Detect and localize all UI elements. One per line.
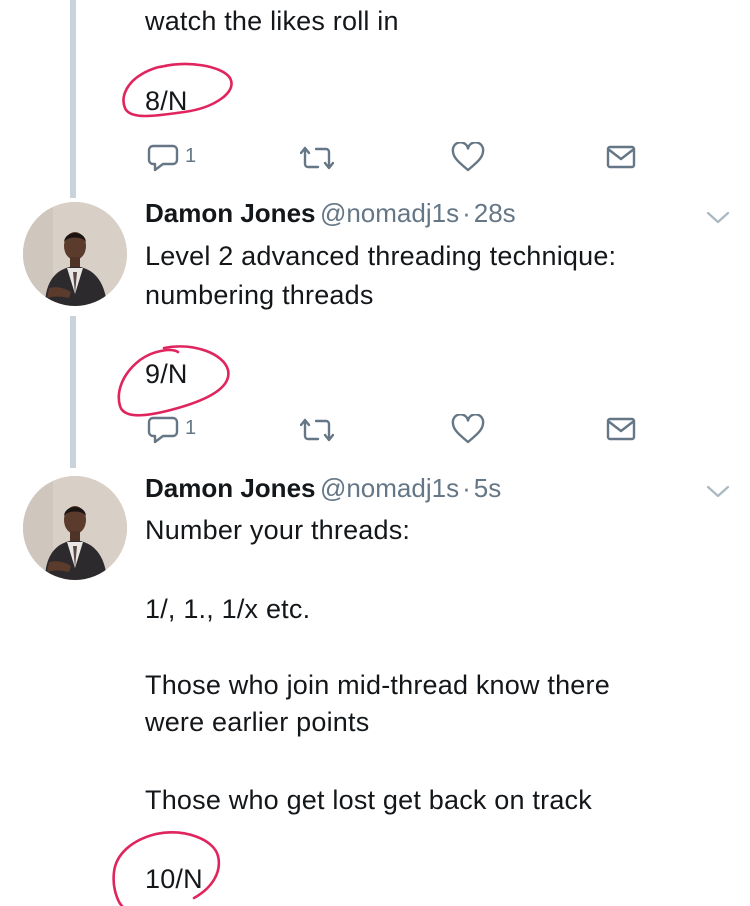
- author-handle[interactable]: @nomadj1s: [320, 473, 459, 503]
- like-icon: [451, 141, 485, 172]
- tweet-10-text-line-3: Those who join mid-thread know there: [145, 670, 610, 700]
- retweet-icon: [299, 418, 335, 442]
- tweet-10-header: Damon Jones @nomadj1s · 5s: [145, 473, 501, 504]
- reply-button[interactable]: 1: [147, 414, 207, 446]
- tweet-9-text-line-2: numbering threads: [145, 280, 374, 310]
- author-name[interactable]: Damon Jones: [145, 198, 316, 228]
- header-separator: ·: [462, 198, 471, 228]
- direct-message-button[interactable]: [606, 144, 636, 170]
- chevron-down-icon: [706, 211, 730, 224]
- tweet-10-number-label: 10/N: [145, 864, 203, 894]
- reply-button[interactable]: 1: [147, 142, 207, 174]
- avatar-photo: [23, 202, 127, 306]
- tweet-options-button[interactable]: [706, 482, 730, 500]
- tweet-10-text-line-2: 1/, 1., 1/x etc.: [145, 594, 311, 624]
- tweet-9-header: Damon Jones @nomadj1s · 28s: [145, 198, 516, 229]
- reply-icon: [147, 144, 179, 172]
- tweet-timestamp[interactable]: 5s: [474, 473, 501, 503]
- avatar[interactable]: [23, 202, 127, 306]
- message-icon: [606, 145, 636, 169]
- chevron-down-icon: [706, 485, 730, 498]
- header-separator: ·: [462, 473, 471, 503]
- like-button[interactable]: [451, 141, 485, 172]
- like-button[interactable]: [451, 413, 485, 444]
- like-icon: [451, 413, 485, 444]
- reply-count: 1: [185, 417, 197, 439]
- tweet-8-text-line-1: watch the likes roll in: [145, 6, 399, 36]
- tweet-10-text-line-4: were earlier points: [145, 707, 370, 737]
- tweet-timestamp[interactable]: 28s: [474, 198, 516, 228]
- retweet-icon: [299, 146, 335, 170]
- tweet-10-text-line-1: Number your threads:: [145, 515, 411, 545]
- author-name[interactable]: Damon Jones: [145, 473, 316, 503]
- author-handle[interactable]: @nomadj1s: [320, 198, 459, 228]
- message-icon: [606, 417, 636, 441]
- avatar-photo: [23, 476, 127, 580]
- retweet-button[interactable]: [299, 144, 335, 172]
- tweet-10-text-line-5: Those who get lost get back on track: [145, 785, 592, 815]
- reply-icon: [147, 416, 179, 444]
- reply-count: 1: [185, 145, 197, 167]
- thread-line-top: [70, 0, 76, 198]
- thread-line-middle: [70, 316, 76, 468]
- retweet-button[interactable]: [299, 416, 335, 444]
- tweet-options-button[interactable]: [706, 208, 730, 226]
- tweet-8-number-label: 8/N: [145, 86, 188, 116]
- tweet-9-text-line-1: Level 2 advanced threading technique:: [145, 241, 617, 271]
- avatar[interactable]: [23, 476, 127, 580]
- direct-message-button[interactable]: [606, 416, 636, 442]
- tweet-9-number-label: 9/N: [145, 359, 188, 389]
